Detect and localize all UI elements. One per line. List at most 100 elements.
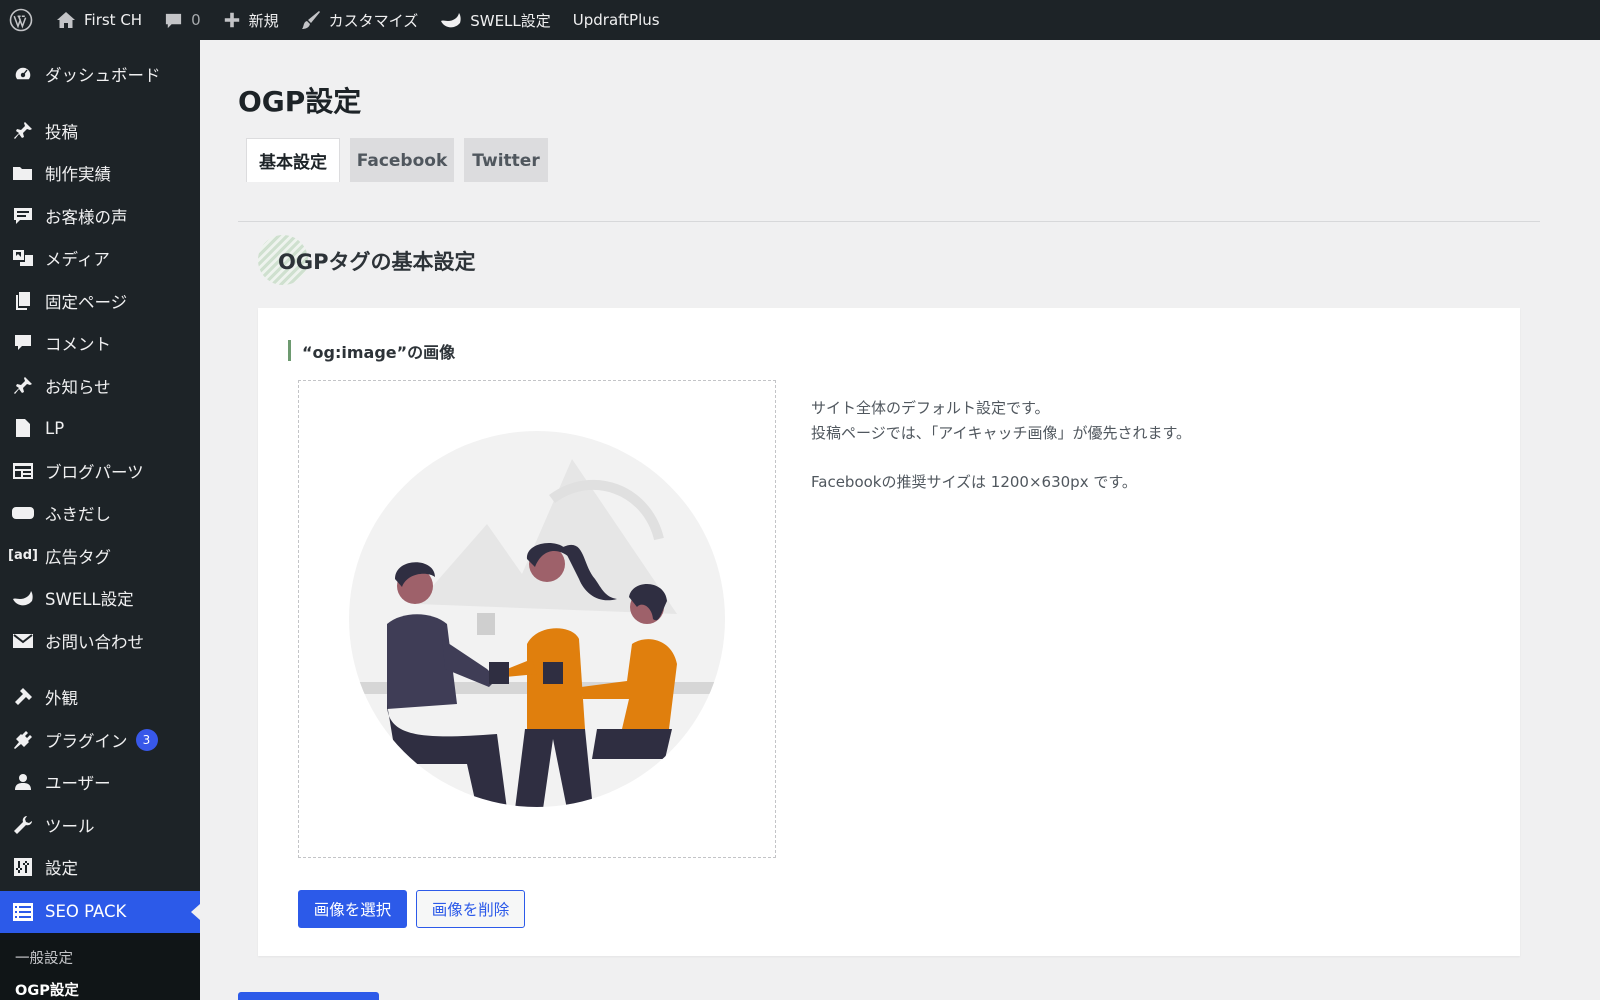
sidebar-item-label: メディア (45, 250, 110, 270)
plugin-icon (10, 729, 36, 751)
new-content-link[interactable]: 新規 (212, 0, 290, 40)
sidebar-item-label: 設定 (45, 859, 78, 879)
submenu-item-general[interactable]: 一般設定 (0, 941, 200, 973)
description-line: サイト全体のデフォルト設定です。 (811, 399, 1050, 417)
description-line: 投稿ページでは、「アイキャッチ画像」が優先されます。 (811, 424, 1191, 442)
new-content-label: 新規 (248, 11, 279, 30)
sidebar-item-comments[interactable]: コメント (0, 322, 200, 365)
swell-settings-label: SWELL設定 (470, 11, 551, 30)
page-title: OGP設定 (238, 85, 362, 118)
sidebar-item-blog-parts[interactable]: ブログパーツ (0, 450, 200, 493)
swell-wave-icon (10, 587, 36, 609)
swell-settings-link[interactable]: SWELL設定 (429, 0, 562, 40)
sidebar-item-balloon[interactable]: ふきだし (0, 492, 200, 535)
comments-link[interactable]: 0 (153, 0, 212, 40)
sidebar-item-label: ふきだし (45, 505, 111, 525)
pages-icon (10, 290, 36, 312)
sidebar-item-label: 投稿 (45, 122, 78, 142)
home-icon (57, 12, 75, 28)
list-icon (10, 901, 36, 923)
site-name-label: First CH (84, 11, 143, 29)
admin-sidebar: ダッシュボード 投稿 制作実績 お客様の声 メディア 固定ページ コメント お知… (0, 40, 200, 1000)
sidebar-item-news[interactable]: お知らせ (0, 365, 200, 408)
og-image-illustration (349, 431, 725, 807)
sidebar-item-contact[interactable]: お問い合わせ (0, 620, 200, 663)
updraftplus-link[interactable]: UpdraftPlus (562, 0, 671, 40)
sidebar-item-label: プラグイン (45, 731, 128, 751)
sidebar-item-label: SEO PACK (45, 902, 127, 922)
settings-card: “og:image”の画像 サイト全体のデフォルト設定です。 投稿ページでは、「… (258, 308, 1520, 956)
sidebar-item-label: お問い合わせ (45, 632, 144, 652)
sidebar-item-plugins[interactable]: プラグイン 3 (0, 719, 200, 762)
comment-bubble-icon (165, 13, 182, 28)
wrench-icon (10, 814, 36, 836)
field-label: “og:image”の画像 (288, 340, 455, 362)
customize-label: カスタマイズ (328, 11, 419, 30)
wordpress-logo-button[interactable] (0, 0, 45, 40)
layout-grid-icon (10, 460, 36, 482)
sidebar-item-settings[interactable]: 設定 (0, 846, 200, 889)
tab-facebook[interactable]: Facebook (350, 138, 454, 182)
sidebar-item-label: お客様の声 (45, 207, 128, 227)
admin-bar: First CH 0 新規 カスタマイズ SWELL設定 UpdraftPlus (0, 0, 1600, 40)
sidebar-item-appearance[interactable]: 外観 (0, 676, 200, 719)
user-icon (10, 771, 36, 793)
select-image-button[interactable]: 画像を選択 (298, 890, 407, 928)
appearance-brush-icon (10, 686, 36, 708)
plus-icon (224, 12, 239, 28)
sidebar-item-label: コメント (45, 335, 111, 355)
sidebar-item-swell-settings[interactable]: SWELL設定 (0, 577, 200, 620)
sidebar-item-dashboard[interactable]: ダッシュボード (0, 53, 200, 96)
sidebar-item-label: ブログパーツ (45, 462, 144, 482)
plugin-update-badge: 3 (135, 728, 158, 751)
sidebar-item-users[interactable]: ユーザー (0, 761, 200, 804)
sidebar-item-lp[interactable]: LP (0, 407, 200, 450)
customize-link[interactable]: カスタマイズ (290, 0, 430, 40)
section-title: OGPタグの基本設定 (278, 250, 476, 274)
sidebar-item-label: ユーザー (45, 774, 111, 794)
envelope-icon (10, 630, 36, 652)
sidebar-item-tools[interactable]: ツール (0, 804, 200, 847)
tab-basic-settings[interactable]: 基本設定 (246, 138, 340, 182)
sidebar-item-label: 広告タグ (45, 547, 111, 567)
pin-icon (10, 120, 36, 142)
updraftplus-label: UpdraftPlus (572, 11, 660, 29)
tab-bar: 基本設定 Facebook Twitter (238, 138, 1540, 222)
seo-pack-submenu: 一般設定 OGP設定 (0, 933, 200, 1000)
comment-count: 0 (191, 11, 201, 29)
delete-image-button[interactable]: 画像を削除 (416, 890, 525, 928)
sidebar-item-ad-tags[interactable]: [ad] 広告タグ (0, 535, 200, 578)
og-image-preview (298, 380, 776, 858)
sidebar-item-label: 外観 (45, 689, 78, 709)
settings-sliders-icon (10, 856, 36, 878)
tab-twitter[interactable]: Twitter (464, 138, 548, 182)
sidebar-item-label: 制作実績 (45, 165, 111, 185)
sidebar-item-label: ツール (45, 816, 95, 836)
submenu-item-ogp[interactable]: OGP設定 (0, 973, 200, 1000)
sidebar-item-label: ダッシュボード (45, 66, 161, 86)
main-content: OGP設定 基本設定 Facebook Twitter OGPタグの基本設定 “… (200, 40, 1600, 1000)
dashboard-gauge-icon (10, 63, 36, 85)
bubble-rect-icon (10, 502, 36, 524)
sidebar-item-seo-pack[interactable]: SEO PACK (0, 890, 200, 933)
sidebar-item-label: 固定ページ (45, 292, 128, 312)
sidebar-item-works[interactable]: 制作実績 (0, 152, 200, 195)
speech-bubble-icon (10, 205, 36, 227)
swell-wave-icon (441, 13, 461, 28)
site-name-link[interactable]: First CH (45, 0, 153, 40)
description-line: Facebookの推奨サイズは 1200×630px です。 (811, 473, 1137, 491)
sidebar-item-testimonials[interactable]: お客様の声 (0, 195, 200, 238)
paintbrush-icon (301, 11, 320, 29)
ad-icon: [ad] (8, 548, 38, 564)
sidebar-item-label: SWELL設定 (45, 590, 134, 610)
og-image-description: サイト全体のデフォルト設定です。 投稿ページでは、「アイキャッチ画像」が優先され… (811, 396, 1191, 495)
sidebar-item-label: LP (45, 418, 65, 438)
sidebar-item-pages[interactable]: 固定ページ (0, 280, 200, 323)
sidebar-item-posts[interactable]: 投稿 (0, 110, 200, 153)
sidebar-item-label: お知らせ (45, 377, 111, 397)
pin-icon (10, 375, 36, 397)
sidebar-item-media[interactable]: メディア (0, 237, 200, 280)
save-button[interactable] (238, 992, 379, 1000)
comment-icon (10, 332, 36, 354)
section-header: OGPタグの基本設定 (258, 235, 475, 287)
